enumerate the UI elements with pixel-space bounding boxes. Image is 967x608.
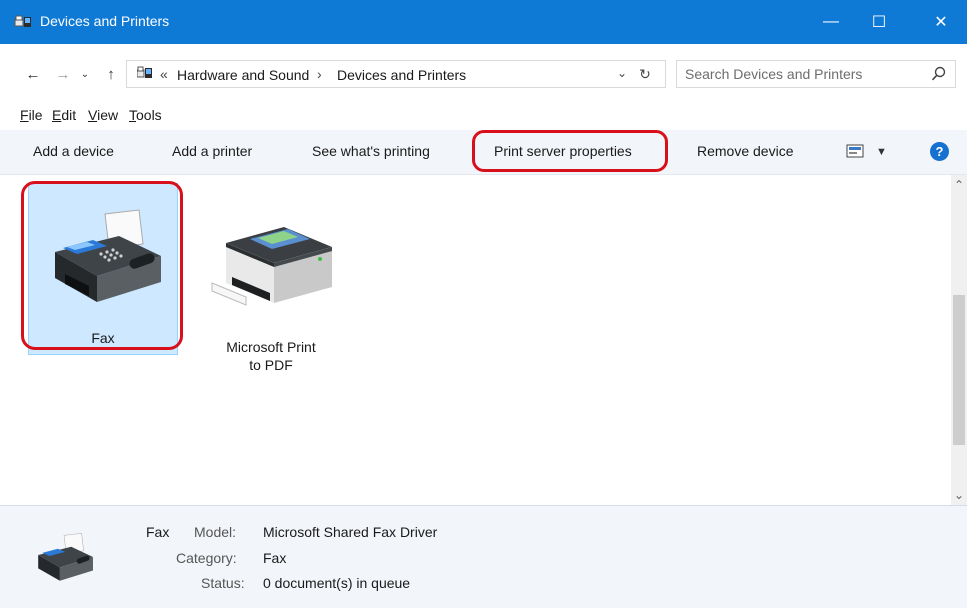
remove-device-button[interactable]: Remove device: [697, 143, 794, 159]
details-status-label: Status:: [201, 575, 245, 591]
see-whats-printing-button[interactable]: See what's printing: [312, 143, 430, 159]
scroll-thumb[interactable]: [953, 295, 965, 445]
details-category-value: Fax: [263, 550, 287, 566]
address-bar[interactable]: « Hardware and Sound › Devices and Print…: [126, 60, 666, 88]
change-view-icon[interactable]: [846, 144, 864, 158]
menu-bar: File Edit View Tools: [0, 102, 967, 130]
breadcrumb-overflow[interactable]: «: [160, 66, 168, 82]
menu-edit[interactable]: Edit: [52, 107, 76, 123]
window-title: Devices and Printers: [40, 13, 170, 29]
device-tile-microsoft-print-to-pdf[interactable]: Microsoft Print to PDF: [196, 183, 346, 373]
devices-and-printers-icon: [14, 15, 31, 27]
print-server-properties-highlight: [472, 130, 668, 172]
breadcrumb-separator[interactable]: ›: [317, 66, 322, 82]
view-dropdown-icon[interactable]: ▼: [876, 146, 887, 158]
menu-view-rest: iew: [97, 107, 119, 123]
device-label-line1: Microsoft Print: [226, 339, 316, 355]
menu-view-accel: V: [88, 107, 98, 123]
control-panel-icon: [137, 66, 152, 78]
title-bar: Devices and Printers — ☐ ✕: [0, 0, 967, 44]
menu-file[interactable]: File: [20, 107, 43, 123]
breadcrumb-hardware-and-sound[interactable]: Hardware and Sound: [177, 67, 309, 83]
details-model-label: Model:: [194, 524, 237, 540]
vertical-scrollbar[interactable]: ⌃ ⌄: [951, 175, 967, 505]
details-device-name: Fax: [146, 524, 170, 540]
details-category-label: Category:: [176, 550, 237, 566]
menu-edit-accel: E: [52, 107, 62, 123]
minimize-button[interactable]: —: [808, 0, 854, 44]
menu-file-rest: ile: [28, 107, 43, 123]
menu-view[interactable]: View: [88, 107, 118, 123]
details-model-value: Microsoft Shared Fax Driver: [263, 524, 438, 540]
forward-button[interactable]: →: [52, 64, 74, 84]
search-icon[interactable]: [931, 66, 947, 82]
search-box[interactable]: [676, 60, 956, 88]
scroll-down-arrow-icon[interactable]: ⌄: [951, 487, 967, 503]
breadcrumb-devices-and-printers[interactable]: Devices and Printers: [337, 67, 466, 83]
address-dropdown-icon[interactable]: ⌄: [617, 66, 627, 80]
address-row: ← → ⌄ ↑ « Hardware and Sound › Devices a…: [0, 44, 967, 102]
maximize-button[interactable]: ☐: [856, 0, 902, 44]
add-a-device-button[interactable]: Add a device: [33, 143, 114, 159]
menu-file-accel: F: [20, 107, 29, 123]
device-label-microsoft-print-to-pdf: Microsoft Print to PDF: [196, 338, 346, 374]
close-button[interactable]: ✕: [918, 0, 964, 44]
recent-locations-button[interactable]: ⌄: [78, 64, 92, 84]
add-a-printer-button[interactable]: Add a printer: [172, 143, 252, 159]
menu-edit-rest: dit: [61, 107, 77, 123]
device-label-line2: to PDF: [249, 357, 293, 373]
search-input[interactable]: [685, 65, 915, 83]
scroll-up-arrow-icon[interactable]: ⌃: [951, 177, 967, 193]
fax-icon: [38, 532, 93, 581]
menu-tools-rest: ools: [136, 107, 162, 123]
details-pane: Fax Model: Microsoft Shared Fax Driver C…: [0, 505, 967, 608]
printer-icon: [211, 227, 332, 306]
help-icon[interactable]: ?: [930, 142, 949, 161]
refresh-icon[interactable]: ↻: [635, 64, 655, 84]
menu-tools[interactable]: Tools: [129, 107, 162, 123]
fax-tile-highlight: [21, 181, 183, 350]
up-button[interactable]: ↑: [100, 64, 122, 84]
menu-tools-accel: T: [129, 107, 136, 123]
back-button[interactable]: ←: [22, 64, 44, 84]
details-status-value: 0 document(s) in queue: [263, 575, 411, 591]
